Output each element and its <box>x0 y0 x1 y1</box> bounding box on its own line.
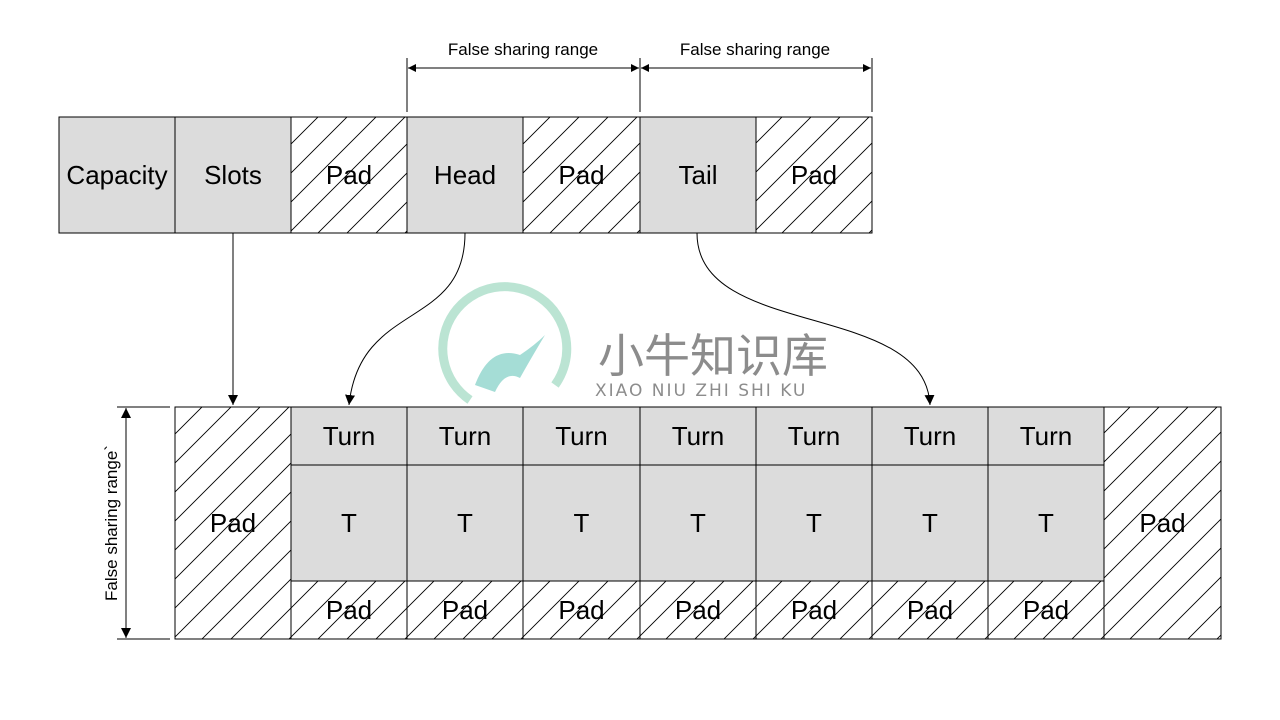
slot-2-turn-label: Turn <box>555 421 608 451</box>
slot-2-turn: Turn <box>522 406 641 466</box>
slot-5-pad: Pad <box>871 580 989 640</box>
slot-0-turn-label: Turn <box>323 421 376 451</box>
watermark-title: 小牛知识库 <box>598 329 828 383</box>
slot-0-turn: Turn <box>290 406 408 466</box>
top-cell-pad: Pad <box>522 116 641 234</box>
slot-4-value-label: T <box>806 508 822 538</box>
slot-5-turn-label: Turn <box>904 421 957 451</box>
top-cell-head-label: Head <box>434 160 496 190</box>
top-range-markers <box>406 58 873 112</box>
slot-4-turn-label: Turn <box>788 421 841 451</box>
top-cell-head: Head <box>406 116 524 234</box>
slot-0-pad-label: Pad <box>326 595 372 625</box>
left-pad-cell: Pad <box>174 406 292 640</box>
slot-3-pad-label: Pad <box>675 595 721 625</box>
watermark: 小牛知识库 XIAO NIU ZHI SHI KU <box>438 282 828 404</box>
slot-4-turn: Turn <box>755 406 873 466</box>
range-label-tail: False sharing range <box>680 40 830 59</box>
range-label-head: False sharing range <box>448 40 598 59</box>
slot-1-pad-label: Pad <box>442 595 488 625</box>
top-cell-slots-label: Slots <box>204 160 262 190</box>
slot-5-value: T <box>871 464 989 582</box>
slot-0-value-label: T <box>341 508 357 538</box>
top-cell-tail: Tail <box>639 116 757 234</box>
slot-3-turn: Turn <box>639 406 757 466</box>
right-pad-cell-label: Pad <box>1139 508 1185 538</box>
slot-6-pad-label: Pad <box>1023 595 1069 625</box>
slot-6-value: T <box>987 464 1105 582</box>
slot-2-value-label: T <box>574 508 590 538</box>
top-cell-capacity-label: Capacity <box>66 160 167 190</box>
slot-5-turn: Turn <box>871 406 989 466</box>
bottom-grid: Pad Turn T Pad Turn T Pad Turn T Pad Turn T Pad Turn T… <box>174 406 1222 640</box>
slot-0-pad: Pad <box>290 580 408 640</box>
watermark-subtitle: XIAO NIU ZHI SHI KU <box>595 381 807 401</box>
slot-0-value: T <box>290 464 408 582</box>
slot-6-turn-label: Turn <box>1020 421 1073 451</box>
slot-1-value-label: T <box>457 508 473 538</box>
vertical-range-marker <box>117 406 170 640</box>
watermark-bull-icon <box>475 335 545 392</box>
slot-2-pad: Pad <box>522 580 641 640</box>
slot-5-pad-label: Pad <box>907 595 953 625</box>
slot-6-value-label: T <box>1038 508 1054 538</box>
right-pad-cell: Pad <box>1103 406 1222 640</box>
queue-memory-layout-diagram: 小牛知识库 XIAO NIU ZHI SHI KU Capacity Slots P… <box>58 40 1222 640</box>
slot-6-turn: Turn <box>987 406 1105 466</box>
slot-1-pad: Pad <box>406 580 524 640</box>
top-cell-pad-label: Pad <box>791 160 837 190</box>
slot-1-turn: Turn <box>406 406 524 466</box>
top-cell-slots: Slots <box>174 116 292 234</box>
slot-3-value-label: T <box>690 508 706 538</box>
top-cell-pad-label: Pad <box>326 160 372 190</box>
slot-5-value-label: T <box>922 508 938 538</box>
vertical-range-label: False sharing range` <box>102 445 121 601</box>
watermark-logo-icon <box>438 282 572 404</box>
slot-2-value: T <box>522 464 641 582</box>
slot-3-value: T <box>639 464 757 582</box>
slot-4-pad-label: Pad <box>791 595 837 625</box>
top-cell-pad: Pad <box>755 116 873 234</box>
top-cell-pad-label: Pad <box>558 160 604 190</box>
slot-3-turn-label: Turn <box>672 421 725 451</box>
slot-6-pad: Pad <box>987 580 1105 640</box>
top-cell-pad: Pad <box>290 116 408 234</box>
slot-1-value: T <box>406 464 524 582</box>
slot-1-turn-label: Turn <box>439 421 492 451</box>
slot-4-pad: Pad <box>755 580 873 640</box>
top-cell-capacity: Capacity <box>58 116 176 234</box>
slot-3-pad: Pad <box>639 580 757 640</box>
slot-2-pad-label: Pad <box>558 595 604 625</box>
left-pad-cell-label: Pad <box>210 508 256 538</box>
top-cell-tail-label: Tail <box>678 160 717 190</box>
top-row: Capacity Slots Pad Head Pad Tail Pad <box>58 116 873 234</box>
slot-4-value: T <box>755 464 873 582</box>
